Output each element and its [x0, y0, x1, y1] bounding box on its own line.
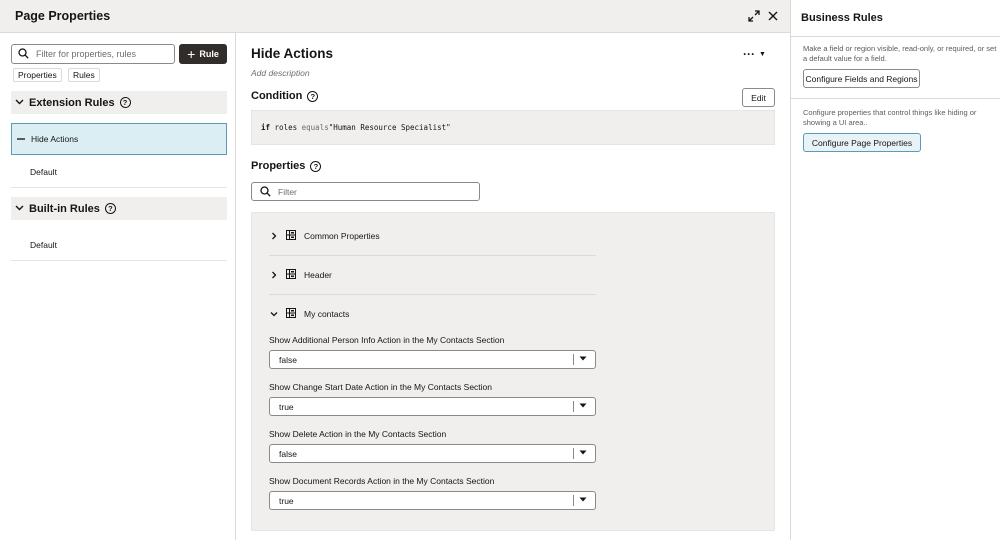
sidebar-item-label: Default: [30, 166, 57, 177]
properties-filter-input[interactable]: [278, 185, 474, 198]
chevron-down-icon: [269, 311, 278, 317]
condition-heading: Condition ?: [251, 90, 319, 102]
properties-filter[interactable]: [251, 182, 480, 201]
sidebar-item-extension-default[interactable]: Default: [11, 156, 227, 188]
add-rule-button[interactable]: + Rule: [179, 44, 227, 64]
search-icon: [260, 186, 271, 200]
close-icon[interactable]: [763, 6, 783, 26]
sidebar-item-hide-actions[interactable]: Hide Actions: [11, 123, 227, 155]
chevron-right-icon: [269, 271, 278, 279]
grid-icon: [286, 230, 296, 242]
caret-down-icon: [578, 497, 588, 505]
rules-sidebar: + Rule Properties Rules Extension Rules …: [0, 33, 236, 540]
divider: [791, 98, 1000, 99]
field-label: Show Delete Action in the My Contacts Se…: [269, 429, 447, 439]
chevron-right-icon: [269, 232, 278, 240]
select-delete-action[interactable]: false: [269, 444, 596, 463]
caret-down-icon: [578, 403, 588, 411]
builtin-rules-label: Built-in Rules: [29, 202, 100, 215]
properties-search[interactable]: [11, 44, 175, 64]
properties-heading: Properties ?: [251, 160, 322, 172]
divider: [269, 294, 596, 295]
condition-label: Condition: [251, 90, 303, 102]
add-rule-label: Rule: [199, 49, 219, 59]
help-icon[interactable]: ?: [307, 90, 319, 102]
sidebar-item-builtin-default[interactable]: Default: [11, 229, 227, 261]
select-separator: [573, 448, 574, 459]
group-common-properties[interactable]: Common Properties: [269, 225, 596, 247]
sidebar-item-label: Default: [30, 239, 57, 250]
select-value: false: [279, 355, 297, 365]
edit-condition-button[interactable]: Edit: [742, 88, 775, 107]
collapse-chevron-icon: [15, 97, 24, 109]
group-label: Header: [304, 270, 332, 280]
select-separator: [573, 401, 574, 412]
field-label: Show Additional Person Info Action in th…: [269, 335, 505, 345]
condition-operator: equals: [301, 123, 329, 132]
properties-list: Common Properties Header My contacts Sho…: [251, 212, 775, 531]
divider: [791, 36, 1000, 37]
expand-icon[interactable]: [744, 6, 764, 26]
rule-detail: Hide Actions Add description ··· ▼ Condi…: [236, 33, 790, 540]
condition-keyword: if: [261, 123, 271, 132]
collapse-chevron-icon: [15, 203, 24, 215]
select-separator: [573, 354, 574, 365]
select-separator: [573, 495, 574, 506]
group-label: Common Properties: [304, 231, 380, 241]
panel-header: Page Properties: [0, 0, 790, 33]
field-label: Show Document Records Action in the My C…: [269, 476, 495, 486]
divider: [269, 255, 596, 256]
group-my-contacts[interactable]: My contacts: [269, 303, 596, 325]
fields-regions-description: Make a field or region visible, read-onl…: [803, 44, 997, 63]
help-icon[interactable]: ?: [119, 97, 131, 108]
extension-rules-label: Extension Rules: [29, 96, 115, 109]
plus-icon: +: [187, 46, 196, 62]
condition-expression: if roles equals"Human Resource Specialis…: [251, 110, 775, 145]
sidebar-item-label: Hide Actions: [31, 134, 79, 144]
group-label: My contacts: [304, 309, 350, 319]
business-rules-title: Business Rules: [801, 12, 883, 24]
search-icon: [18, 48, 29, 62]
builtin-rules-header[interactable]: Built-in Rules ?: [11, 197, 227, 220]
page-properties-description: Configure properties that control things…: [803, 108, 977, 127]
field-label: Show Change Start Date Action in the My …: [269, 382, 493, 392]
chip-properties[interactable]: Properties: [13, 68, 62, 82]
condition-field: roles: [274, 123, 298, 132]
select-value: true: [279, 496, 294, 506]
select-value: true: [279, 402, 294, 412]
group-header[interactable]: Header: [269, 264, 596, 286]
select-change-start-date[interactable]: true: [269, 397, 596, 416]
rule-title: Hide Actions: [251, 46, 334, 61]
properties-label: Properties: [251, 160, 306, 172]
caret-down-icon: ▼: [759, 50, 766, 58]
caret-down-icon: [578, 356, 588, 364]
properties-search-input[interactable]: [36, 47, 172, 61]
more-actions-menu[interactable]: ··· ▼: [743, 47, 773, 61]
select-additional-person-info[interactable]: false: [269, 350, 596, 369]
condition-value: "Human Resource Specialist": [328, 123, 451, 132]
help-icon[interactable]: ?: [104, 203, 116, 214]
chip-rules[interactable]: Rules: [68, 68, 100, 82]
grid-icon: [286, 269, 296, 281]
select-document-records[interactable]: true: [269, 491, 596, 510]
caret-down-icon: [578, 450, 588, 458]
extension-rules-header[interactable]: Extension Rules ?: [11, 91, 227, 114]
business-rules-panel: Business Rules Make a field or region vi…: [790, 0, 1000, 540]
rule-description[interactable]: Add description: [251, 68, 310, 78]
configure-fields-regions-button[interactable]: Configure Fields and Regions: [803, 69, 920, 88]
page-properties-panel: Page Properties + Rule Properties: [0, 0, 790, 540]
panel-title: Page Properties: [15, 9, 111, 23]
select-value: false: [279, 449, 297, 459]
grid-icon: [286, 308, 296, 320]
configure-page-properties-button[interactable]: Configure Page Properties: [803, 133, 921, 152]
more-icon: ···: [743, 47, 755, 61]
help-icon[interactable]: ?: [310, 160, 322, 172]
rule-dash-icon: [17, 138, 25, 140]
